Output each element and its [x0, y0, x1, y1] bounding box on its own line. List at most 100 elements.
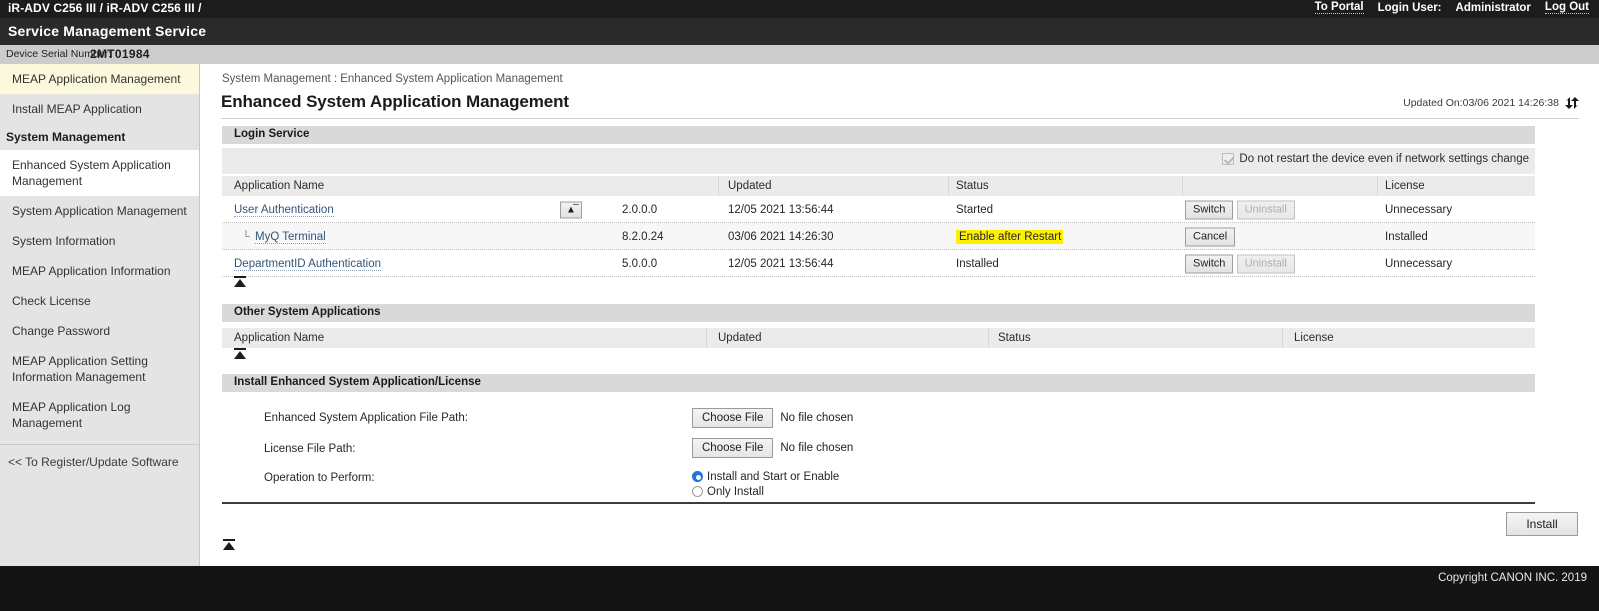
- sidebar-item-meap-application-information[interactable]: MEAP Application Information: [0, 256, 199, 286]
- app-link-myq-terminal[interactable]: MyQ Terminal: [255, 231, 326, 244]
- title-divider: [221, 118, 1579, 119]
- sidebar-item-label: MEAP Application Setting Information Man…: [12, 354, 148, 384]
- service-title-band: Service Management Service: [0, 18, 1599, 45]
- operation-to-perform-label: Operation to Perform:: [264, 472, 375, 484]
- radio-label: Only Install: [707, 486, 764, 498]
- top-bar-links: To Portal Login User: Administrator Log …: [1315, 1, 1589, 14]
- section-title: Login Service: [234, 128, 309, 140]
- app-version: 5.0.0.0: [622, 258, 657, 270]
- sidebar-item-system-application-management[interactable]: System Application Management: [0, 196, 199, 226]
- choose-file-button-application[interactable]: Choose File: [692, 408, 773, 428]
- updated-on-text: Updated On:03/06 2021 14:26:38: [1403, 97, 1559, 109]
- app-status: Started: [956, 204, 993, 216]
- table-header-row: Application Name Updated Status License: [222, 328, 1535, 348]
- radio-option-only-install[interactable]: Only Install: [692, 484, 839, 499]
- app-license: Installed: [1385, 231, 1428, 243]
- install-button[interactable]: Install: [1506, 512, 1578, 536]
- scroll-to-top-icon[interactable]: [222, 539, 236, 552]
- radio-option-install-and-start[interactable]: Install and Start or Enable: [692, 469, 839, 484]
- sidebar-item-change-password[interactable]: Change Password: [0, 316, 199, 346]
- sidebar-group-label: System Management: [6, 130, 125, 144]
- device-model-title: iR-ADV C256 III / iR-ADV C256 III /: [8, 1, 202, 15]
- section-header-install-enhanced-system-application: Install Enhanced System Application/Lice…: [222, 374, 1535, 392]
- column-header-application-name: Application Name: [234, 180, 324, 192]
- column-header-status: Status: [956, 180, 989, 192]
- switch-button[interactable]: Switch: [1185, 200, 1233, 219]
- page-root: iR-ADV C256 III / iR-ADV C256 III / To P…: [0, 0, 1599, 611]
- sidebar-item-install-meap-application[interactable]: Install MEAP Application: [0, 94, 199, 124]
- sidebar-item-label: MEAP Application Information: [12, 264, 171, 278]
- sidebar-item-label: System Information: [12, 234, 115, 248]
- do-not-restart-checkbox-wrap[interactable]: Do not restart the device even if networ…: [1222, 153, 1529, 165]
- footer: Copyright CANON INC. 2019: [0, 566, 1599, 611]
- radio-icon-selected: [692, 471, 703, 482]
- tree-branch-icon: └: [242, 231, 250, 243]
- column-header-application-name: Application Name: [234, 332, 324, 344]
- sidebar-item-enhanced-system-application-management[interactable]: Enhanced System Application Management: [0, 150, 199, 196]
- section-title: Install Enhanced System Application/Lice…: [234, 376, 481, 388]
- log-out-link[interactable]: Log Out: [1545, 1, 1589, 14]
- app-license: Unnecessary: [1385, 204, 1452, 216]
- sidebar-item-meap-application-management[interactable]: MEAP Application Management: [0, 64, 199, 94]
- radio-icon: [692, 486, 703, 497]
- chevron-double-up-icon-button[interactable]: ▲̅: [560, 201, 582, 218]
- operation-radio-group: Install and Start or Enable Only Install: [692, 469, 839, 499]
- sidebar-item-label: Install MEAP Application: [12, 102, 142, 116]
- app-updated: 12/05 2021 13:56:44: [728, 204, 834, 216]
- cancel-button[interactable]: Cancel: [1185, 227, 1235, 246]
- install-panel-divider: [222, 502, 1535, 504]
- install-row-app-file: Enhanced System Application File Path: C…: [222, 400, 1535, 436]
- scroll-to-top-icon[interactable]: [233, 348, 247, 361]
- scroll-to-top-icon[interactable]: [233, 276, 247, 289]
- uninstall-button: Uninstall: [1237, 254, 1295, 273]
- sidebar-item-label: MEAP Application Management: [12, 72, 181, 86]
- sidebar-group-system-management: System Management: [0, 124, 199, 150]
- app-version: 2.0.0.0: [622, 204, 657, 216]
- login-user-label: Login User:: [1378, 2, 1442, 14]
- sidebar-item-meap-application-log-management[interactable]: MEAP Application Log Management: [0, 392, 199, 438]
- copyright-text: Copyright CANON INC. 2019: [1438, 572, 1587, 584]
- switch-button[interactable]: Switch: [1185, 254, 1233, 273]
- section-header-login-service: Login Service: [222, 126, 1535, 144]
- sidebar-item-label: Check License: [12, 294, 91, 308]
- choose-file-button-license[interactable]: Choose File: [692, 438, 773, 458]
- install-row-operation: Operation to Perform: Install and Start …: [222, 465, 1535, 505]
- sidebar-item-label: Change Password: [12, 324, 110, 338]
- sidebar-item-label: MEAP Application Log Management: [12, 400, 131, 430]
- service-title: Service Management Service: [8, 23, 206, 39]
- sidebar-item-meap-application-setting-information-management[interactable]: MEAP Application Setting Information Man…: [0, 346, 199, 392]
- sidebar-item-check-license[interactable]: Check License: [0, 286, 199, 316]
- top-bar: iR-ADV C256 III / iR-ADV C256 III / To P…: [0, 0, 1599, 18]
- column-header-updated: Updated: [718, 332, 761, 344]
- license-file-field: Choose File No file chosen: [692, 438, 853, 458]
- install-row-license-file: License File Path: Choose File No file c…: [222, 436, 1535, 465]
- section-title: Other System Applications: [234, 306, 381, 318]
- page-title: Enhanced System Application Management: [221, 92, 569, 112]
- column-header-license: License: [1294, 332, 1334, 344]
- sidebar-link-register-update-software[interactable]: << To Register/Update Software: [0, 445, 199, 477]
- sidebar-item-system-information[interactable]: System Information: [0, 226, 199, 256]
- to-portal-link[interactable]: To Portal: [1315, 1, 1364, 14]
- main-content: System Management : Enhanced System Appl…: [201, 64, 1599, 566]
- refresh-icon[interactable]: [1565, 97, 1579, 109]
- app-link-departmentid-authentication[interactable]: DepartmentID Authentication: [234, 258, 381, 271]
- table-row: DepartmentID Authentication 5.0.0.0 12/0…: [222, 250, 1535, 277]
- sidebar-item-label: Enhanced System Application Management: [12, 158, 171, 188]
- login-service-table: Application Name Updated Status License …: [222, 176, 1535, 277]
- app-link-user-authentication[interactable]: User Authentication: [234, 204, 334, 217]
- table-header-row: Application Name Updated Status License: [222, 176, 1535, 196]
- sidebar-item-label: System Application Management: [12, 204, 187, 218]
- sidebar-link-label: << To Register/Update Software: [8, 455, 179, 469]
- other-system-applications-table: Application Name Updated Status License: [222, 328, 1535, 348]
- radio-label: Install and Start or Enable: [707, 471, 839, 483]
- app-updated: 12/05 2021 13:56:44: [728, 258, 834, 270]
- app-file-field: Choose File No file chosen: [692, 408, 853, 428]
- app-file-path-label: Enhanced System Application File Path:: [264, 412, 468, 424]
- app-file-status: No file chosen: [780, 412, 853, 424]
- do-not-restart-label: Do not restart the device even if networ…: [1239, 153, 1529, 165]
- license-file-status: No file chosen: [780, 442, 853, 454]
- app-updated: 03/06 2021 14:26:30: [728, 231, 834, 243]
- app-license: Unnecessary: [1385, 258, 1452, 270]
- updated-on: Updated On:03/06 2021 14:26:38: [1403, 97, 1579, 109]
- device-serial-band: Device Serial Number: 2MT01984: [0, 45, 1599, 64]
